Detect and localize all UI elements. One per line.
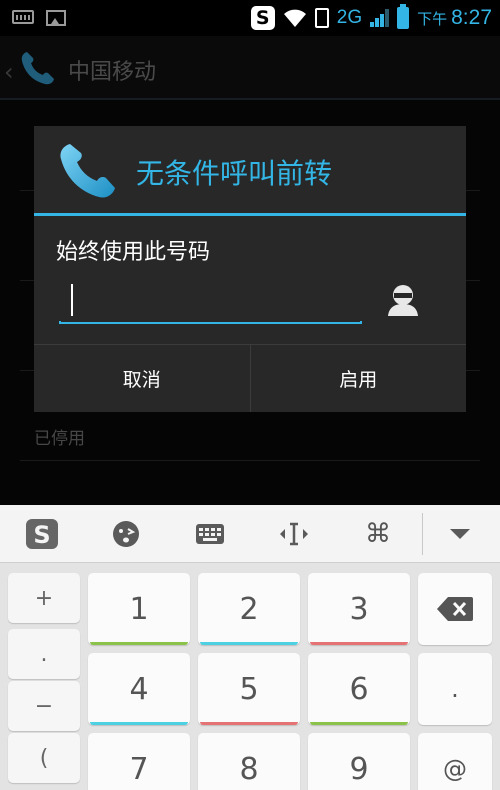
command-icon[interactable]: ⌘ (358, 515, 398, 553)
input-underline (59, 321, 362, 324)
cancel-button[interactable]: 取消 (34, 345, 250, 412)
sim-icon (314, 8, 329, 28)
key-2[interactable]: 2 (198, 573, 300, 645)
key-label: 8 (239, 751, 259, 787)
key-at[interactable]: @ (418, 733, 492, 790)
key-8[interactable]: 8 (198, 733, 300, 790)
clock: 下午 8:27 (417, 6, 492, 30)
status-bar: S 2G 下午 8:27 (0, 0, 500, 36)
key-underline (90, 722, 188, 725)
key-underline (200, 722, 298, 725)
keyboard-toolbar: S ⌘ (0, 505, 500, 563)
key-3[interactable]: 3 (308, 573, 410, 645)
key-5[interactable]: 5 (198, 653, 300, 725)
dialog-header: 无条件呼叫前转 (34, 126, 466, 215)
key-minus[interactable]: − (8, 681, 80, 731)
key-underline (200, 642, 298, 645)
soft-keyboard: S ⌘ + . − (1 2 3 4 5 6 7 8 9 . @ (0, 505, 500, 790)
keyboard-icon (12, 10, 34, 24)
collapse-icon[interactable] (440, 515, 480, 553)
key-dot[interactable]: . (8, 629, 80, 679)
key-paren[interactable]: ( (8, 733, 80, 783)
key-underline (310, 642, 408, 645)
key-label: 1 (129, 591, 149, 627)
key-label: 9 (349, 751, 369, 787)
toolbar-separator (422, 513, 423, 555)
key-9[interactable]: 9 (308, 733, 410, 790)
key-period[interactable]: . (418, 653, 492, 725)
key-plus[interactable]: + (8, 573, 80, 623)
forward-number-input[interactable] (73, 284, 353, 316)
phone-icon (60, 144, 115, 198)
battery-icon (397, 4, 410, 29)
sogou-logo-icon[interactable]: S (20, 515, 64, 553)
key-label: 2 (239, 591, 259, 627)
contact-picker-icon[interactable] (386, 282, 420, 318)
forward-status-text: 已停用 (34, 429, 85, 449)
backspace-icon (437, 597, 473, 621)
sogou-icon: S (250, 6, 275, 30)
key-underline (310, 722, 408, 725)
key-label: 3 (349, 591, 369, 627)
dialog-divider (34, 213, 466, 216)
key-label: 4 (129, 671, 149, 707)
key-label: 6 (349, 671, 369, 707)
key-label: 7 (129, 751, 149, 787)
keyboard-icon[interactable] (190, 515, 230, 553)
key-7[interactable]: 7 (88, 733, 190, 790)
back-chevron-icon[interactable]: ‹ (4, 58, 14, 86)
key-4[interactable]: 4 (88, 653, 190, 725)
key-underline (90, 642, 188, 645)
clock-ampm: 下午 (417, 10, 448, 28)
phone-icon[interactable] (18, 48, 58, 88)
dialog-title: 无条件呼叫前转 (136, 157, 333, 190)
clock-time: 8:27 (451, 6, 492, 29)
page-title: 中国移动 (68, 60, 157, 85)
dialog-button-bar: 取消 启用 (34, 344, 466, 412)
call-forward-dialog: 无条件呼叫前转 始终使用此号码 取消 启用 (34, 126, 466, 412)
signal-icon (370, 9, 390, 27)
emoji-icon[interactable] (106, 515, 146, 553)
key-1[interactable]: 1 (88, 573, 190, 645)
cursor-move-icon[interactable] (274, 515, 314, 553)
action-bar: ‹ 中国移动 (0, 36, 500, 100)
number-label: 始终使用此号码 (56, 240, 211, 265)
key-6[interactable]: 6 (308, 653, 410, 725)
key-label: 5 (239, 671, 259, 707)
svg-text:S: S (33, 521, 50, 549)
network-type: 2G (336, 7, 363, 28)
image-icon (46, 10, 66, 26)
wifi-icon (283, 9, 306, 27)
enable-button[interactable]: 启用 (249, 345, 466, 412)
backspace-key[interactable] (418, 573, 492, 645)
forward-number-field[interactable] (59, 278, 362, 324)
